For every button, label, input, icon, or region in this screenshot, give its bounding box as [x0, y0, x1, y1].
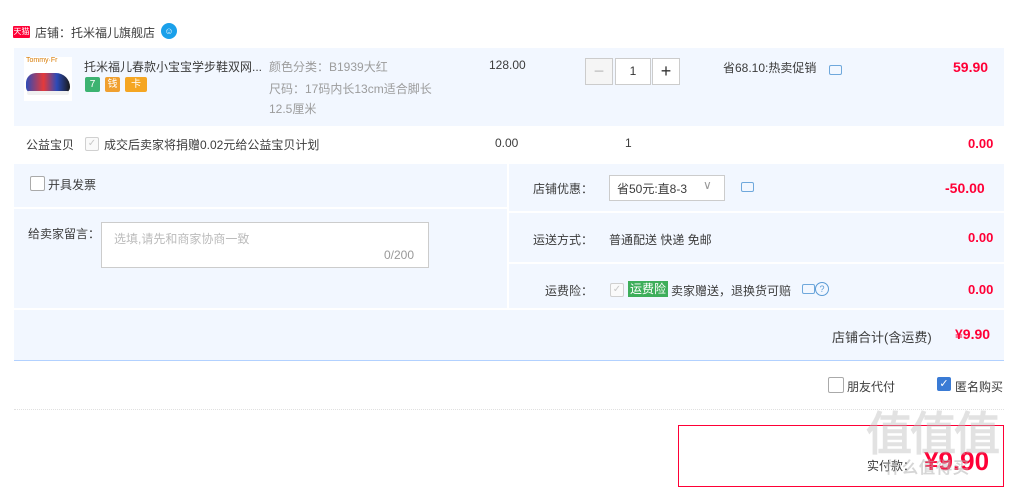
item-subtotal: 59.90: [953, 59, 989, 75]
charity-total: 0.00: [968, 136, 994, 151]
invoice-label[interactable]: 开具发票: [48, 176, 96, 193]
divider: [14, 207, 508, 209]
help-icon[interactable]: ?: [815, 282, 829, 296]
card-icon[interactable]: 卡: [125, 77, 147, 92]
shipping-insurance-amount: 0.00: [968, 282, 994, 297]
shop-discount-value: 省50元:直8-3: [617, 182, 688, 196]
shop-total-label: 店铺合计(含运费): [832, 330, 932, 345]
message-placeholder: 选填,请先和商家协商一致: [114, 232, 250, 246]
divider: [509, 211, 1004, 213]
quantity-increase-button[interactable]: +: [652, 58, 680, 85]
charity-price: 0.00: [495, 136, 519, 150]
charity-label: 公益宝贝: [26, 138, 75, 152]
shipping-method: 普通配送 快递 免邮: [609, 233, 712, 247]
divider: [509, 262, 1004, 264]
charity-quantity: 1: [625, 136, 632, 150]
quantity-decrease-button[interactable]: −: [585, 58, 613, 85]
charity-checkbox[interactable]: ✓: [85, 137, 99, 151]
shipping-amount: 0.00: [968, 230, 994, 245]
shop-discount-amount: -50.00: [945, 180, 985, 196]
item-title[interactable]: 托米福儿春款小宝宝学步鞋双网...: [84, 58, 266, 75]
message-label: 给卖家留言：: [28, 227, 101, 241]
message-char-count: 0/200: [384, 248, 415, 262]
anonymous-purchase-label[interactable]: 匿名购买: [955, 378, 1003, 395]
shop-name[interactable]: 店铺：托米福儿旗舰店: [35, 24, 155, 41]
money-icon[interactable]: 钱: [105, 77, 120, 92]
thumbnail-logo: Tommy·Fr: [26, 57, 58, 64]
friend-pay-checkbox[interactable]: [828, 377, 844, 393]
comment-icon[interactable]: [741, 182, 754, 192]
shipping-insurance-checkbox[interactable]: ✓: [610, 283, 624, 297]
shipping-insurance-label: 运费险：: [545, 284, 594, 298]
chat-bubble-icon[interactable]: ☺: [161, 23, 177, 39]
invoice-checkbox[interactable]: [30, 176, 45, 191]
divider: [507, 164, 509, 308]
unit-price: 128.00: [489, 58, 526, 72]
anonymous-purchase-checkbox[interactable]: ✓: [937, 377, 951, 391]
divider: [14, 409, 1004, 410]
quantity-input[interactable]: 1: [615, 58, 651, 85]
watermark-text: 什么值得买: [885, 458, 971, 477]
charity-text: 成交后卖家将捐赠0.02元给公益宝贝计划: [104, 138, 320, 152]
promotion-text: 省68.10:热卖促销: [723, 61, 817, 75]
tmall-badge: 天猫: [13, 26, 30, 38]
comment-icon[interactable]: [802, 284, 815, 294]
shop-discount-label: 店铺优惠：: [533, 182, 594, 196]
insurance-description: 卖家赠送，退换货可赔: [671, 284, 792, 298]
insurance-badge: 运费险: [628, 281, 669, 297]
shipping-label: 运送方式：: [533, 233, 594, 247]
sku-size: 尺码：17码内长13cm适合脚长12.5厘米: [269, 82, 432, 116]
shoe-sole: [27, 91, 69, 95]
chevron-down-icon: ∨: [703, 178, 712, 192]
shop-total-value: ¥9.90: [955, 326, 991, 342]
shoe-image: [26, 73, 70, 93]
divider: [14, 308, 1004, 310]
seven-day-return-icon[interactable]: 7: [85, 77, 100, 92]
sku-color: 颜色分类：B1939大红: [269, 60, 388, 74]
friend-pay-label[interactable]: 朋友代付: [847, 378, 895, 395]
comment-icon[interactable]: [829, 65, 842, 75]
